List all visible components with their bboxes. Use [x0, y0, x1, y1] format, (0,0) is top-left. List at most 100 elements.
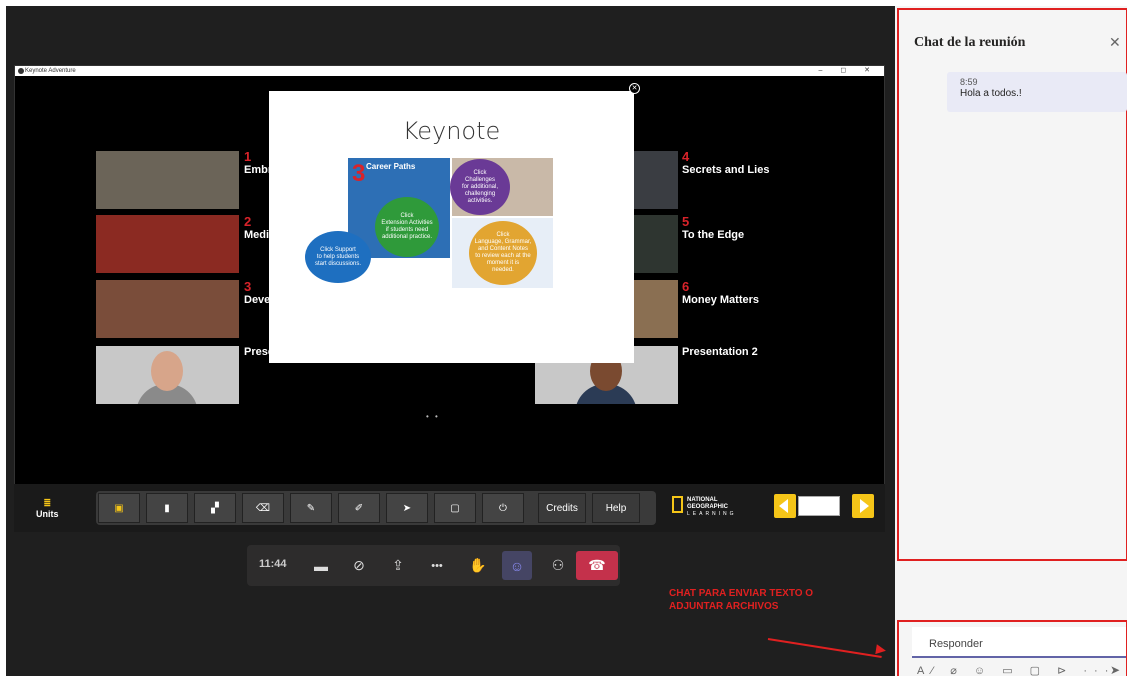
- bubble-line: Challenges: [464, 176, 496, 183]
- bubble-line: needed.: [492, 267, 514, 273]
- career-paths-label: Career Paths: [366, 162, 416, 171]
- bubble-line: Click Support: [320, 246, 356, 253]
- unit-4-number: 4: [682, 149, 690, 164]
- tool-highlighter-icon[interactable]: ✐: [338, 493, 380, 523]
- bubble-line: Extension Activities: [381, 220, 433, 226]
- bubble-line: to review each at the: [475, 253, 531, 259]
- page-indicator[interactable]: • •: [426, 412, 440, 421]
- bubble-line: Click: [496, 232, 510, 238]
- bubble-text: Click Extension Activities if students nee…: [381, 213, 432, 241]
- more-icon[interactable]: •••: [422, 551, 452, 580]
- participants-icon[interactable]: ⚇: [543, 551, 573, 580]
- bubble-line: Language, Grammar,: [474, 239, 532, 245]
- bubble-text: Click Challenges for additional, challengin…: [462, 170, 498, 205]
- bubble-text: Click Support to help students start discu…: [315, 247, 361, 268]
- compose-toolbar-icons[interactable]: A⁄ ⌀ ☺ ▭ ▢ ⊳ ···: [917, 664, 1115, 677]
- language-grammar-bubble: Click Language, Grammar, and Content Notes…: [469, 221, 537, 285]
- annotation-text: CHAT PARA ENVIAR TEXTO O ADJUNTAR ARCHIV…: [669, 587, 813, 613]
- bubble-text: Click Language, Grammar, and Content Notes…: [475, 232, 532, 274]
- unit-2-thumbnail[interactable]: [96, 215, 239, 273]
- unit-3-number: 3: [244, 279, 252, 294]
- bubble-line: and Content Notes: [477, 246, 529, 252]
- chat-title: Chat de la reunión: [914, 35, 1026, 50]
- natgeo-frame-icon: [672, 496, 683, 513]
- share-tray-icon[interactable]: ⇪: [383, 551, 413, 580]
- bubble-line: for additional,: [461, 183, 499, 190]
- unit-5-number: 5: [682, 214, 690, 229]
- extension-activities-bubble: Click Extension Activities if students nee…: [375, 197, 439, 257]
- unit-6-number: 6: [682, 279, 690, 294]
- screen: Keynote Adventure – ◻ ✕ 1 Embr 2 Medi 3 …: [0, 0, 1127, 677]
- unit-1-title[interactable]: Embr: [244, 164, 272, 176]
- window-title: Keynote Adventure: [25, 68, 76, 74]
- annotation-line-1: CHAT PARA ENVIAR TEXTO O: [669, 588, 814, 599]
- presentation-1-thumbnail[interactable]: [96, 346, 239, 404]
- credits-button[interactable]: Credits: [538, 493, 586, 523]
- annotation-arrow-head: [875, 644, 887, 656]
- presenter-face: [151, 351, 183, 391]
- support-bubble: Click Support to help students start discu…: [305, 231, 371, 283]
- unit-5-title[interactable]: To the Edge: [682, 229, 744, 241]
- bubble-line: Click: [400, 213, 414, 219]
- reply-placeholder: Responder: [929, 638, 983, 650]
- keynote-popup: Keynote 3 Career Paths Click Challenges fo…: [269, 91, 634, 363]
- call-timer: 11:44: [259, 558, 287, 570]
- next-arrow-icon[interactable]: [852, 494, 874, 518]
- page-number-input[interactable]: [798, 496, 840, 516]
- chat-message: 8:59 Hola a todos.!: [947, 72, 1127, 112]
- challenges-bubble: Click Challenges for additional, challengin…: [450, 159, 510, 215]
- bubble-line: activities.: [467, 197, 493, 204]
- tool-board-icon[interactable]: ▮: [146, 493, 188, 523]
- tool-strip: ▣ ▮ ▞ ⌫ ✎ ✐ ➤ ▢ ⏻ Credits Help: [96, 491, 656, 525]
- app-icon: [18, 68, 24, 74]
- unit-2-number: 2: [244, 214, 252, 229]
- raise-hand-icon[interactable]: ✋: [463, 551, 493, 580]
- bubble-line: if students need: [385, 227, 429, 233]
- tool-page-icon[interactable]: ▢: [434, 493, 476, 523]
- unit-3-title[interactable]: Deve: [244, 294, 270, 306]
- bubble-line: additional practice.: [381, 234, 432, 240]
- bubble-line: Click: [473, 169, 487, 176]
- video-off-icon[interactable]: ▬: [306, 551, 336, 580]
- chat-icon[interactable]: ☺: [502, 551, 532, 580]
- units-icon: ≣: [43, 498, 52, 508]
- natgeo-sub: LEARNING: [687, 511, 737, 517]
- close-icon[interactable]: ✕: [1109, 34, 1121, 51]
- bubble-line: to help students: [316, 253, 360, 260]
- bubble-line: moment it is: [486, 260, 520, 266]
- meeting-controls: 11:44 ▬ ⊘ ⇪ ••• ✋ ☺ ⚇ ☎: [247, 545, 620, 586]
- unit-3-thumbnail[interactable]: [96, 280, 239, 338]
- send-icon[interactable]: ➤: [1110, 663, 1120, 677]
- units-label: Units: [36, 509, 59, 519]
- help-button[interactable]: Help: [592, 493, 640, 523]
- reply-input[interactable]: Responder: [912, 627, 1126, 658]
- window-titlebar: Keynote Adventure – ◻ ✕: [15, 66, 884, 76]
- unit-4-title[interactable]: Secrets and Lies: [682, 164, 769, 176]
- tool-pointer-icon[interactable]: ➤: [386, 493, 428, 523]
- keynote-toolbar: ≣ Units ▣ ▮ ▞ ⌫ ✎ ✐ ➤ ▢ ⏻ Credits Help N…: [14, 484, 885, 532]
- message-text: Hola a todos.!: [960, 88, 1022, 99]
- annotation-line-2: ADJUNTAR ARCHIVOS: [669, 601, 779, 612]
- bubble-line: challenging: [464, 190, 496, 197]
- tool-eraser-icon[interactable]: ⌫: [242, 493, 284, 523]
- tool-timer-icon[interactable]: ⏻: [482, 493, 524, 523]
- previous-arrow-icon[interactable]: [774, 494, 796, 518]
- hang-up-icon[interactable]: ☎: [576, 551, 618, 580]
- tool-frame-icon[interactable]: ▣: [98, 493, 140, 523]
- mic-off-icon[interactable]: ⊘: [344, 551, 374, 580]
- popup-close-icon[interactable]: ✕: [629, 83, 640, 94]
- popup-title: Keynote: [402, 117, 501, 145]
- tool-pen-icon[interactable]: ✎: [290, 493, 332, 523]
- lesson-number: 3: [352, 160, 366, 187]
- unit-6-title[interactable]: Money Matters: [682, 294, 759, 306]
- tool-layout-icon[interactable]: ▞: [194, 493, 236, 523]
- natgeo-name: NATIONAL GEOGRAPHIC: [687, 497, 729, 510]
- unit-1-thumbnail[interactable]: [96, 151, 239, 209]
- unit-2-title[interactable]: Medi: [244, 229, 269, 241]
- message-time: 8:59: [960, 77, 978, 87]
- unit-1-number: 1: [244, 149, 252, 164]
- presentation-2-title[interactable]: Presentation 2: [682, 346, 758, 358]
- window-controls[interactable]: – ◻ ✕: [819, 66, 878, 76]
- units-button[interactable]: ≣ Units: [36, 498, 59, 519]
- bubble-line: start discussions.: [314, 260, 362, 267]
